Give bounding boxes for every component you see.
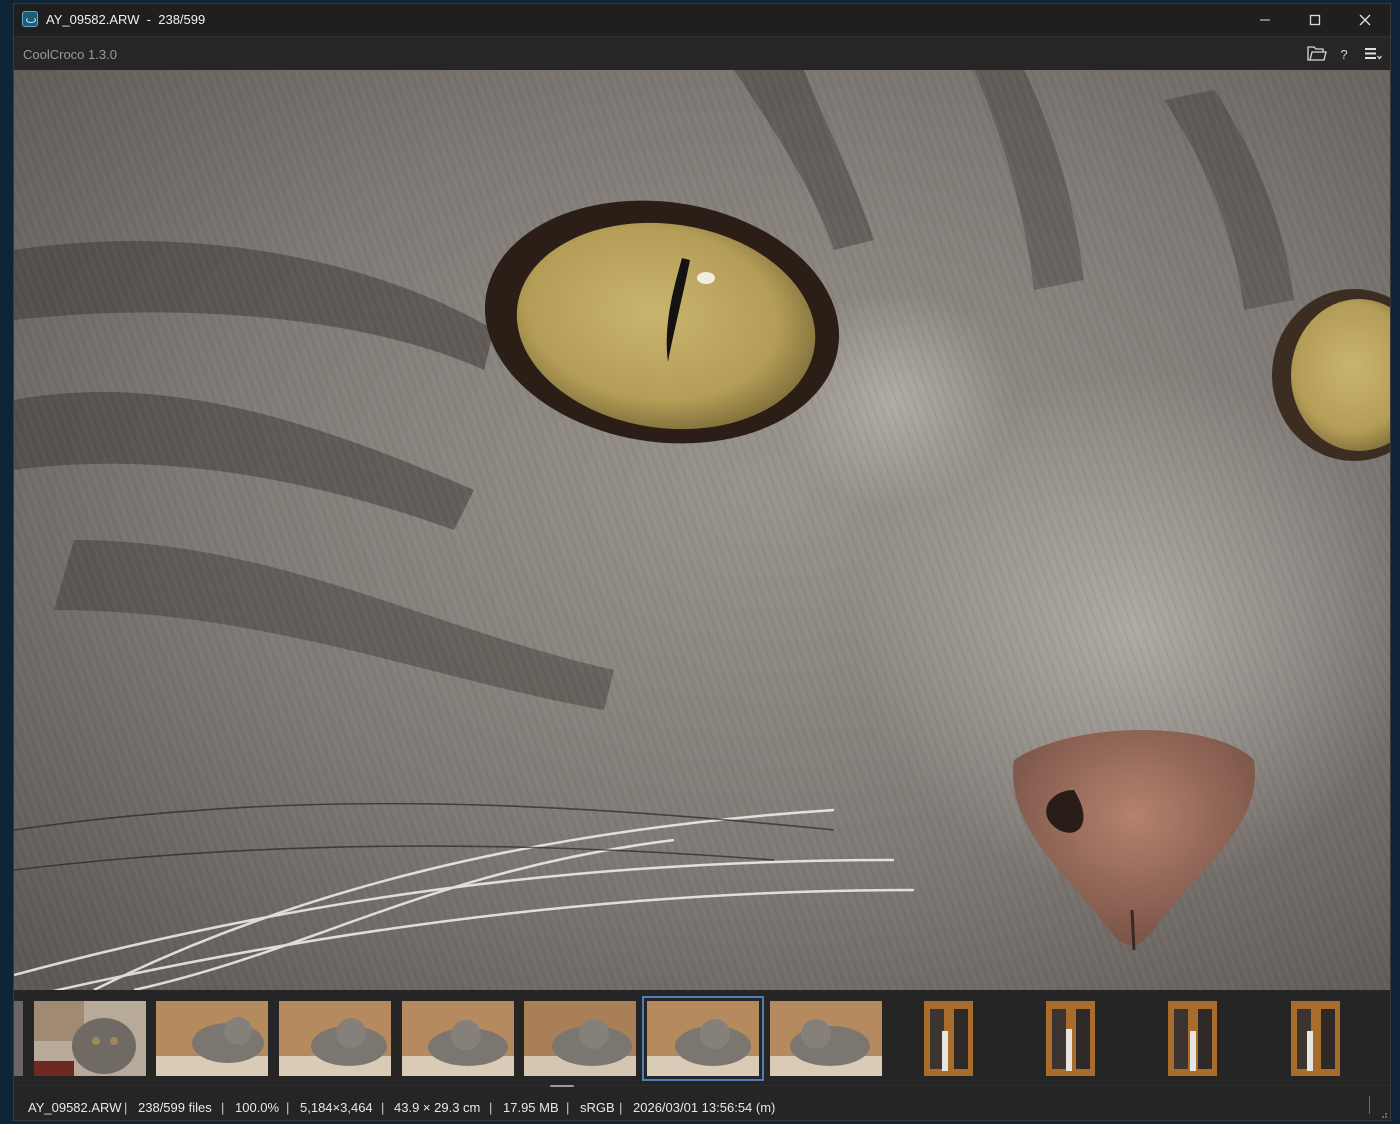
maximize-icon	[1309, 14, 1321, 26]
minimize-button[interactable]	[1240, 4, 1290, 36]
status-separator: |	[124, 1100, 128, 1115]
status-separator: |	[489, 1100, 493, 1115]
thumbnail-image	[1291, 1001, 1340, 1076]
status-zoom: 100.0%	[235, 1100, 280, 1115]
window-title: AY_09582.ARW - 238/599	[46, 12, 206, 27]
minimize-icon	[1260, 19, 1270, 21]
status-separator: |	[566, 1100, 570, 1115]
status-separator: |	[286, 1100, 290, 1115]
thumbnail[interactable]	[279, 1001, 391, 1076]
image-viewer[interactable]	[14, 70, 1390, 990]
main-menu-button[interactable]	[1360, 43, 1386, 65]
thumbnail-image	[647, 1001, 759, 1076]
title-bar[interactable]: AY_09582.ARW - 238/599	[14, 4, 1390, 36]
close-icon	[1359, 14, 1371, 26]
thumbnail-image	[34, 1001, 146, 1076]
thumbnail[interactable]	[924, 1001, 973, 1076]
open-folder-button[interactable]	[1304, 43, 1330, 65]
thumbnail[interactable]	[156, 1001, 268, 1076]
thumbnail-selected[interactable]	[642, 996, 764, 1081]
status-end-divider	[1369, 1096, 1370, 1114]
status-color-space: sRGB	[580, 1100, 615, 1115]
thumbnail-image	[924, 1001, 973, 1076]
help-label: ?	[1340, 46, 1348, 62]
main-photo	[14, 70, 1390, 990]
thumbnail-image	[402, 1001, 514, 1076]
thumbnail-image	[156, 1001, 268, 1076]
thumbnail-image	[770, 1001, 882, 1076]
help-button[interactable]: ?	[1336, 43, 1352, 65]
thumbnail-image	[1046, 1001, 1095, 1076]
thumbnail[interactable]	[1046, 1001, 1095, 1076]
close-button[interactable]	[1340, 4, 1390, 36]
thumbnail-image	[1168, 1001, 1217, 1076]
status-file-position: 238/599 files	[138, 1100, 212, 1115]
app-logo-icon	[22, 11, 38, 27]
app-window: AY_09582.ARW - 238/599 CoolCroco 1.3.0 ?	[13, 3, 1391, 1121]
thumbnail[interactable]	[1168, 1001, 1217, 1076]
filmstrip	[14, 990, 1390, 1085]
thumbnail[interactable]	[770, 1001, 882, 1076]
maximize-button[interactable]	[1290, 4, 1340, 36]
thumbnail[interactable]	[34, 1001, 146, 1076]
thumbnail[interactable]	[1291, 1001, 1340, 1076]
thumbnail[interactable]	[402, 1001, 514, 1076]
thumbnail-image	[279, 1001, 391, 1076]
app-toolbar: CoolCroco 1.3.0 ?	[14, 36, 1390, 71]
thumbnail[interactable]	[14, 1001, 23, 1076]
thumbnail[interactable]	[524, 1001, 636, 1076]
resize-grip-icon[interactable]	[1380, 1112, 1388, 1120]
folder-icon	[1307, 46, 1327, 61]
status-file-size: 17.95 MB	[503, 1100, 559, 1115]
status-datetime: 2026/03/01 13:56:54 (m)	[633, 1100, 776, 1115]
status-filename: AY_09582.ARW	[28, 1100, 122, 1115]
status-separator: |	[619, 1100, 623, 1115]
status-bar: AY_09582.ARW | 238/599 files | 100.0% | …	[14, 1085, 1390, 1120]
status-separator: |	[221, 1100, 225, 1115]
status-print-size: 43.9 × 29.3 cm	[394, 1100, 481, 1115]
app-version-label: CoolCroco 1.3.0	[23, 47, 117, 62]
filmstrip-resize-handle[interactable]	[550, 1085, 574, 1087]
hamburger-menu-icon	[1365, 48, 1382, 60]
status-separator: |	[381, 1100, 385, 1115]
thumbnail-image	[524, 1001, 636, 1076]
status-dimensions: 5,184×3,464	[300, 1100, 373, 1115]
